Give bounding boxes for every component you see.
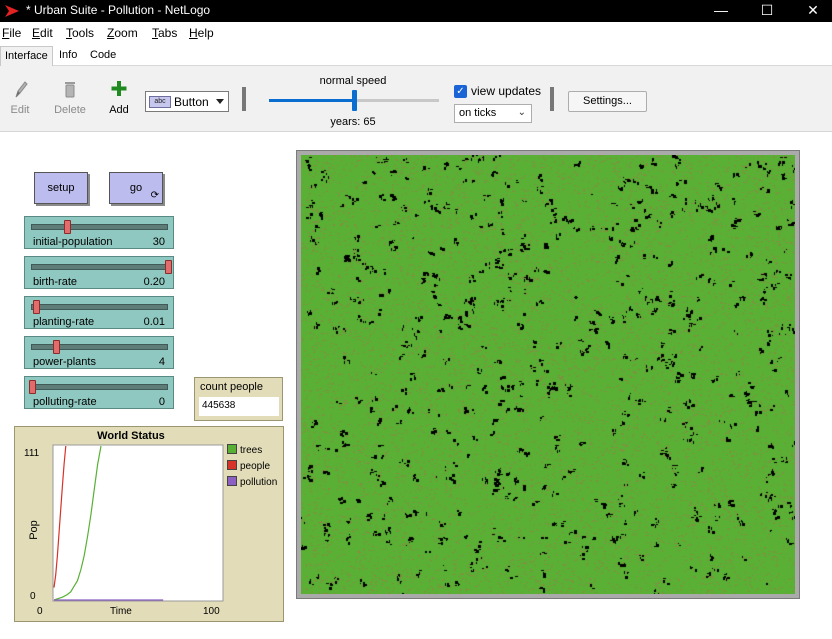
menu-edit[interactable]: Edit — [32, 26, 53, 40]
slider-polluting-rate[interactable]: polluting-rate 0 — [24, 376, 174, 409]
forever-icon: ⟳ — [150, 190, 159, 201]
view-updates-label: view updates — [471, 84, 542, 98]
add-button[interactable]: Add — [99, 78, 139, 116]
ticks-counter: years: 65 — [330, 116, 376, 128]
plus-icon — [111, 81, 127, 96]
maximize-button[interactable]: ☐ — [744, 0, 790, 22]
update-mode-value: on ticks — [459, 107, 497, 119]
tab-info[interactable]: Info — [55, 46, 81, 66]
menu-tools[interactable]: Tools — [66, 26, 94, 40]
close-button[interactable]: ✕ — [790, 0, 832, 22]
slider-track — [31, 224, 168, 230]
x-min-label: 0 — [37, 606, 43, 617]
add-label: Add — [109, 104, 129, 116]
slider-value: 0.20 — [143, 276, 165, 288]
update-mode-select[interactable]: on ticks ⌄ — [454, 104, 532, 123]
slider-value: 0 — [158, 396, 165, 408]
legend-swatch — [227, 460, 237, 470]
trash-icon — [65, 82, 75, 98]
slider-label: polluting-rate — [33, 396, 97, 408]
slider-track — [31, 264, 168, 270]
slider-track — [31, 304, 168, 310]
slider-power-plants[interactable]: power-plants 4 — [24, 336, 174, 369]
plot-world-status: World Status 111 0 Pop 0 Time 100 trees … — [14, 426, 284, 622]
slider-planting-rate[interactable]: planting-rate 0.01 — [24, 296, 174, 329]
legend-item-trees: trees — [227, 444, 262, 456]
y-min-label: 0 — [30, 591, 36, 602]
slider-thumb[interactable] — [33, 300, 41, 314]
minimize-button[interactable]: — — [698, 0, 744, 22]
edit-button[interactable]: Edit — [0, 78, 40, 116]
world-canvas[interactable] — [301, 155, 795, 594]
toolbar-divider — [242, 87, 246, 111]
settings-button[interactable]: Settings... — [568, 91, 647, 112]
speed-label: normal speed — [319, 75, 387, 87]
slider-track — [31, 384, 168, 390]
delete-button[interactable]: Delete — [50, 78, 90, 116]
view-updates-checkbox[interactable]: ✓ — [454, 85, 467, 98]
widget-type-select[interactable]: abc Button — [145, 91, 229, 112]
interface-panel: setup go ⟳ initial-population 30 birth-r… — [0, 133, 832, 639]
slider-label: birth-rate — [33, 276, 78, 288]
slider-value: 4 — [158, 356, 165, 368]
window-title: * Urban Suite - Pollution - NetLogo — [26, 3, 211, 17]
slider-label: planting-rate — [33, 316, 95, 328]
slider-label: power-plants — [33, 356, 96, 368]
go-label: go — [129, 182, 143, 194]
tab-interface[interactable]: Interface — [0, 46, 53, 66]
setup-button[interactable]: setup — [34, 172, 88, 204]
netlogo-logo-icon — [5, 5, 19, 17]
speed-slider-thumb[interactable] — [352, 90, 357, 111]
speed-slider-fill — [269, 99, 354, 102]
monitor-value: 445638 — [199, 397, 279, 416]
legend-item-people: people — [227, 460, 270, 472]
menu-help[interactable]: Help — [189, 26, 214, 40]
tab-bar: Interface Info Code — [0, 44, 832, 66]
plot-canvas: 111 0 Pop 0 Time 100 — [24, 444, 224, 617]
chevron-down-icon — [216, 99, 224, 104]
slider-initial-population[interactable]: initial-population 30 — [24, 216, 174, 249]
world-view[interactable] — [296, 150, 800, 599]
y-max-label: 111 — [24, 448, 40, 459]
legend-swatch — [227, 476, 237, 486]
slider-track — [31, 344, 168, 350]
slider-thumb[interactable] — [64, 220, 72, 234]
menu-tabs[interactable]: Tabs — [152, 26, 177, 40]
y-axis-label: Pop — [28, 520, 40, 540]
title-bar: * Urban Suite - Pollution - NetLogo — ☐ … — [0, 0, 832, 22]
slider-value: 0.01 — [143, 316, 165, 328]
slider-thumb[interactable] — [29, 380, 36, 394]
tab-code[interactable]: Code — [86, 46, 120, 66]
slider-value: 30 — [152, 236, 165, 248]
slider-birth-rate[interactable]: birth-rate 0.20 — [24, 256, 174, 289]
x-axis-label: Time — [110, 606, 132, 617]
slider-thumb[interactable] — [165, 260, 172, 274]
menu-zoom[interactable]: Zoom — [107, 26, 138, 40]
monitor-label: count people — [200, 381, 263, 393]
button-widget-icon: abc — [149, 96, 171, 108]
toolbar-divider — [550, 87, 554, 111]
legend-item-pollution: pollution — [227, 476, 277, 488]
monitor-count-people: count people 445638 — [194, 377, 283, 421]
delete-label: Delete — [54, 104, 86, 116]
legend-swatch — [227, 444, 237, 454]
menu-bar: File Edit Tools Zoom Tabs Help — [0, 22, 832, 44]
menu-file[interactable]: File — [2, 26, 21, 40]
setup-label: setup — [47, 182, 75, 194]
go-button[interactable]: go ⟳ — [109, 172, 163, 204]
pencil-icon — [15, 81, 28, 98]
slider-thumb[interactable] — [53, 340, 61, 354]
chevron-down-icon: ⌄ — [517, 107, 526, 118]
slider-label: initial-population — [33, 236, 113, 248]
toolbar: Edit Delete Add abc Button normal speed … — [0, 66, 832, 132]
x-max-label: 100 — [203, 606, 220, 617]
widget-type-value: Button — [174, 95, 209, 109]
edit-label: Edit — [10, 104, 30, 116]
